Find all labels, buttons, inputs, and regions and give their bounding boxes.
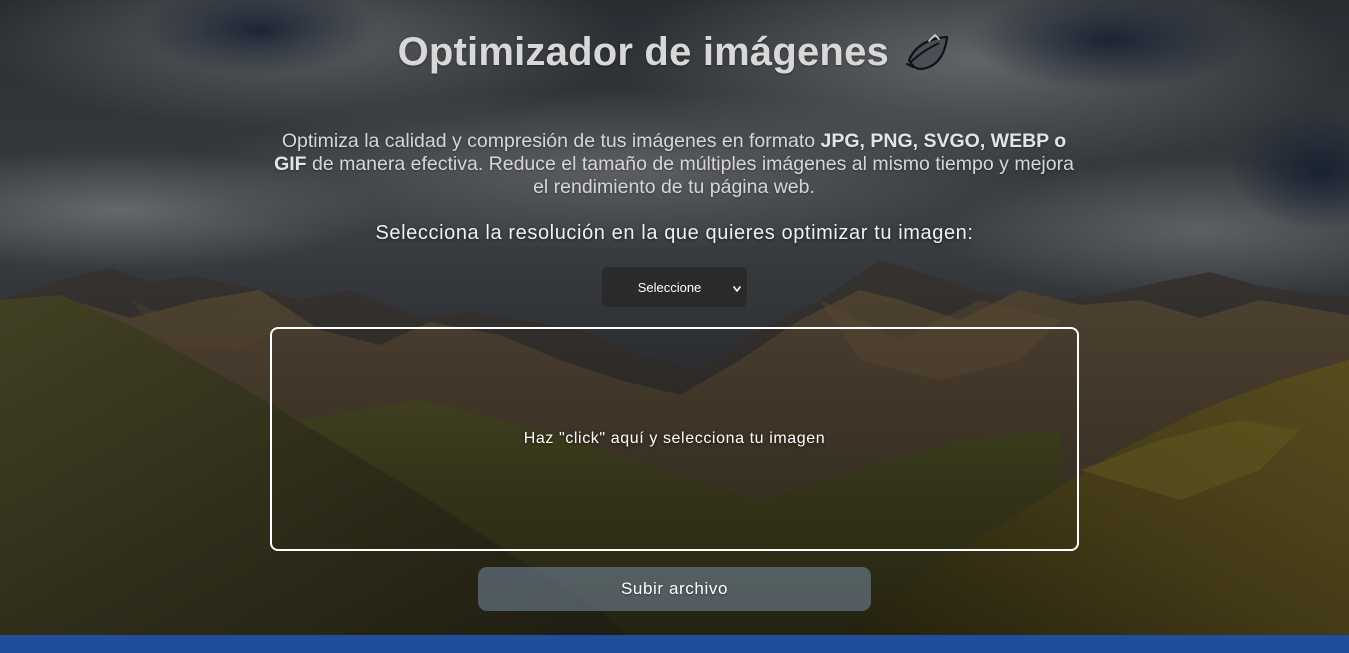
resolution-label: Selecciona la resolución en la que quier… [375,222,974,244]
footer-bar [0,635,1349,653]
intro-text-after: de manera efectiva. Reduce el tamaño de … [306,152,1074,198]
dropzone-text: Haz "click" aquí y selecciona tu imagen [523,430,826,447]
header: Optimizador de imágenes [0,30,1349,75]
page-title: Optimizador de imágenes [397,30,889,74]
intro-formats-secondary: GIF [274,152,307,175]
intro-description: Optimiza la calidad y compresión de tus … [268,130,1080,199]
main-content: Optimizador de imágenes Optimiza la cali… [0,0,1349,653]
intro-text-before: Optimiza la calidad y compresión de tus … [281,129,821,152]
intro-formats-primary: JPG, PNG, SVGO, WEBP o [820,129,1067,152]
resolution-select-wrapper: Seleccione [602,267,747,307]
resolution-select[interactable]: Seleccione [602,267,747,307]
file-dropzone[interactable]: Haz "click" aquí y selecciona tu imagen [270,327,1079,551]
upload-file-button[interactable]: Subir archivo [478,567,871,611]
leaf-icon [905,33,951,73]
